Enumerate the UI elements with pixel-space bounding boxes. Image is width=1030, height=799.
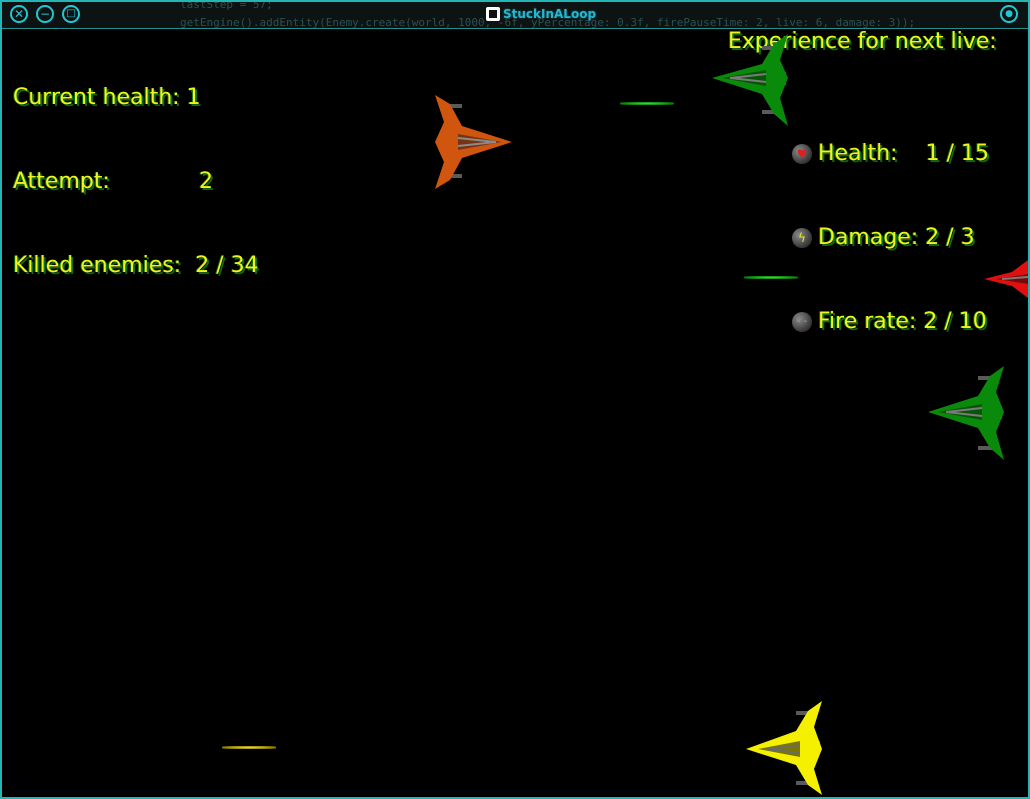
laser-green: [744, 276, 798, 279]
current-health-text: Current health: 1: [13, 85, 201, 110]
upgrade-health: ♥ Health: 1 / 15: [792, 140, 989, 168]
window-menu-icon: ●: [1005, 8, 1013, 19]
upgrade-damage: ϟ Damage: 2 / 3: [792, 224, 989, 252]
attempt-label: Attempt:: [13, 169, 110, 194]
player-ship-orange: [435, 95, 512, 189]
upgrade-damage-label: Damage: 2 / 3: [818, 225, 975, 250]
laser-yellow: [222, 746, 276, 749]
fire-rate-icon: - -: [792, 312, 812, 332]
window-title: StuckInALoop: [503, 7, 597, 21]
enemy-ship-green: [712, 34, 788, 126]
close-button[interactable]: ✕: [10, 5, 28, 23]
attempt-value: 2: [199, 169, 213, 194]
minimize-icon: −: [39, 7, 51, 21]
player-stats: Current health: 1 Attempt: 2 Killed enem…: [13, 28, 259, 336]
close-icon: ✕: [13, 7, 25, 21]
minimize-button[interactable]: −: [36, 5, 54, 23]
lightning-icon: ϟ: [792, 228, 812, 248]
game-window: lastStep = 57; getEngine().addEntity(Enem…: [0, 0, 1030, 799]
laser-green: [620, 102, 674, 105]
app-icon: [486, 7, 500, 21]
window-menu-button[interactable]: ●: [1000, 5, 1018, 23]
upgrade-fire-rate: - - Fire rate: 2 / 10: [792, 308, 989, 336]
maximize-icon: □: [66, 8, 76, 19]
attempt-row: Attempt: 2: [13, 168, 259, 196]
enemy-ship-red: [984, 260, 1028, 298]
enemy-ship-green: [928, 366, 1004, 460]
maximize-button[interactable]: □: [62, 5, 80, 23]
upgrade-list: ♥ Health: 1 / 15 ϟ Damage: 2 / 3 - - Fir…: [792, 84, 989, 392]
window-title-area: StuckInALoop: [486, 7, 596, 21]
heart-icon: ♥: [792, 144, 812, 164]
enemy-ship-yellow: [746, 701, 822, 795]
title-bar[interactable]: lastStep = 57; getEngine().addEntity(Enem…: [2, 2, 1028, 29]
upgrade-fire-rate-label: Fire rate: 2 / 10: [818, 309, 987, 334]
upgrade-health-label: Health: 1 / 15: [818, 141, 990, 166]
killed-enemies-text: Killed enemies: 2 / 34: [13, 253, 259, 278]
